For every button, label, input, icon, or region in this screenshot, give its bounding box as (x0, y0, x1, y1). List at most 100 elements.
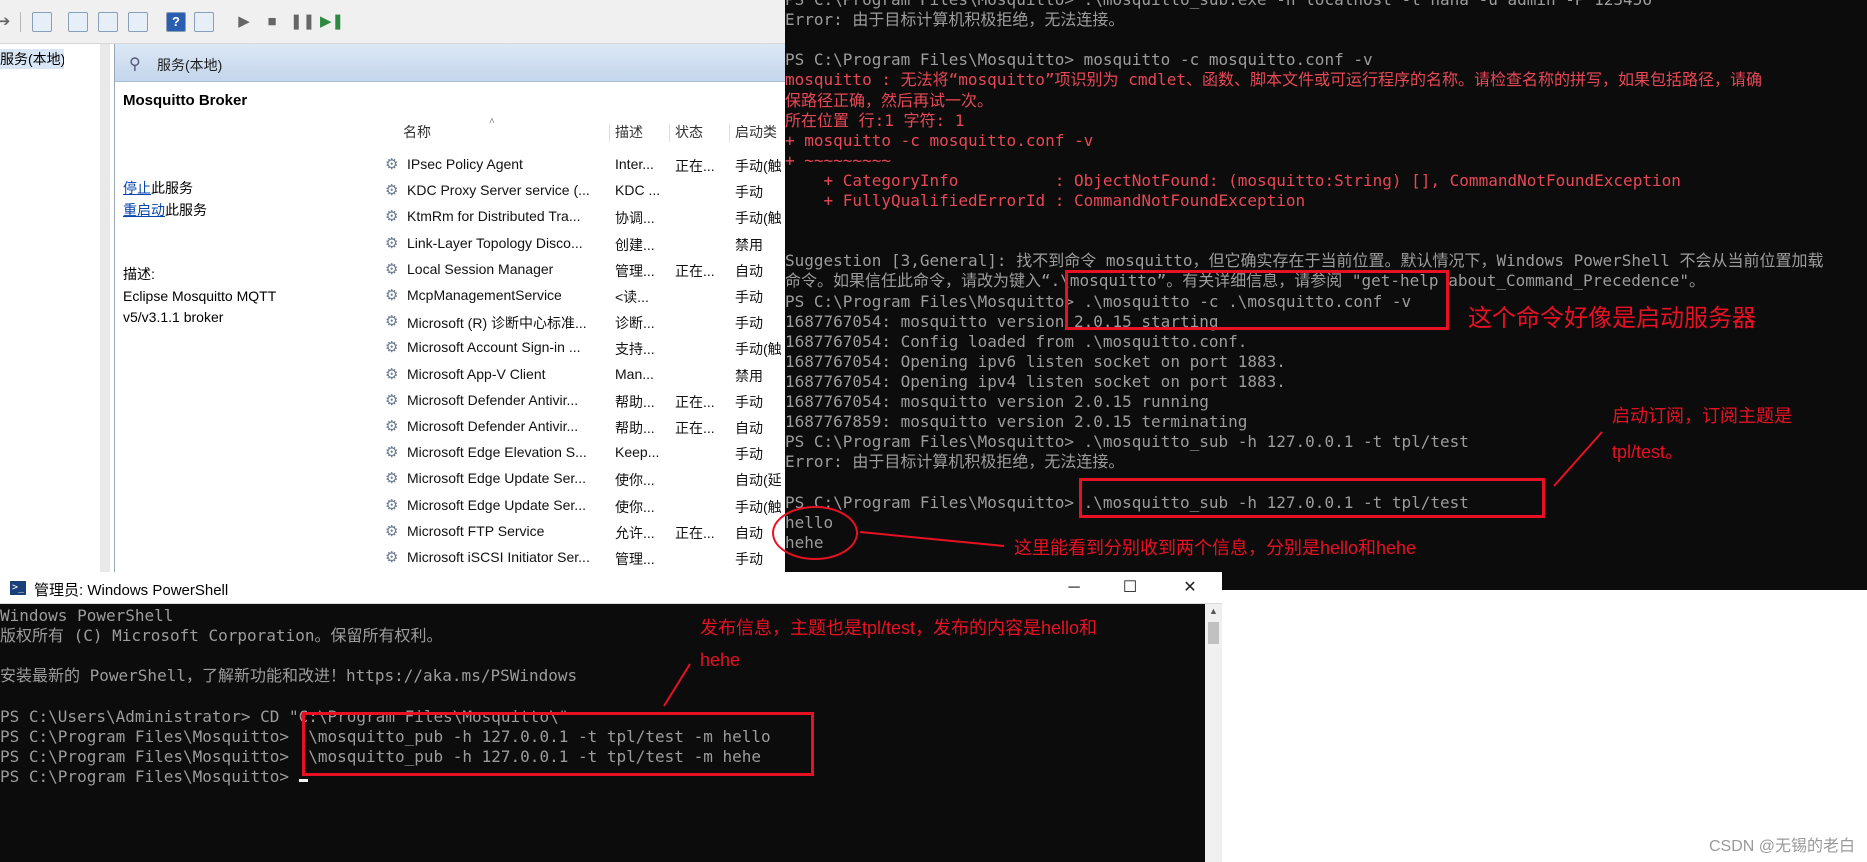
tree-item-services-local[interactable]: 服务(本地) (0, 49, 64, 69)
table-row[interactable]: ⚙ Microsoft App-V Client Man... 禁用 (377, 362, 790, 388)
powershell-icon: >_ (10, 581, 26, 595)
service-desc-cell: 使你... (615, 498, 655, 515)
service-startup-cell: 自动 (735, 262, 763, 279)
gear-icon: ⚙ (385, 419, 399, 435)
service-name-cell: Microsoft Edge Update Ser... (407, 470, 586, 487)
service-startup-cell: 手动(触 (735, 341, 782, 358)
service-status-cell: 正在... (675, 524, 715, 541)
console-view-icon[interactable] (194, 12, 214, 32)
show-tree-icon[interactable] (32, 12, 52, 32)
gear-icon: ⚙ (385, 157, 399, 173)
service-name-cell: Local Session Manager (407, 260, 554, 277)
service-desc-cell: 协调... (615, 210, 655, 227)
column-name[interactable]: 名称 (403, 122, 431, 142)
scroll-up-icon[interactable]: ▲ (1205, 606, 1222, 620)
service-startup-cell: 手动(触 (735, 210, 782, 227)
table-row[interactable]: ⚙ Microsoft Edge Update Ser... 使你... 手动(触 (377, 493, 790, 519)
vertical-scrollbar[interactable]: ▲ (1205, 604, 1222, 862)
annotation-subscribe-line2: tpl/test。 (1612, 442, 1684, 462)
stop-service-link[interactable]: 停止 (123, 180, 151, 196)
console-line: mosquitto : 无法将“mosquitto”项识别为 cmdlet、函数… (785, 70, 1762, 90)
service-desc-cell: <读... (615, 289, 649, 305)
service-startup-cell: 手动 (735, 393, 763, 410)
console-line: 1687767054: Opening ipv6 listen socket o… (785, 351, 1286, 371)
refresh-icon[interactable] (98, 12, 118, 32)
column-separator[interactable] (669, 124, 670, 142)
service-desc-cell: KDC ... (615, 182, 661, 199)
gear-icon: ⚙ (385, 497, 399, 514)
service-name-cell: Microsoft FTP Service (407, 522, 545, 539)
service-name-cell: Microsoft Edge Elevation S... (407, 444, 587, 461)
service-desc-cell: 管理... (615, 551, 655, 567)
tree-scrollbar[interactable] (100, 44, 110, 575)
table-row[interactable]: ⚙ Microsoft Defender Antivir... 帮助... 正在...… (377, 388, 790, 414)
console-line: + CategoryInfo : ObjectNotFound: (mosqui… (785, 170, 1681, 190)
table-row[interactable]: ⚙ Link-Layer Topology Disco... 创建... 禁用 (377, 231, 790, 257)
console-line: 1687767054: Opening ipv4 listen socket o… (785, 371, 1286, 391)
column-separator[interactable] (729, 124, 730, 142)
restart-service-line: 重启动此服务 (123, 200, 207, 220)
scrollbar-thumb[interactable] (1208, 622, 1219, 644)
gear-icon: ⚙ (385, 261, 399, 278)
service-desc-cell: 帮助... (615, 420, 655, 436)
window-title-bar[interactable]: >_ 管理员: Windows PowerShell ─ ☐ ✕ (0, 572, 1222, 604)
table-row[interactable]: ⚙ IPsec Policy Agent Inter... 正在... 手动(触 (377, 152, 790, 178)
service-startup-cell: 手动(触 (735, 158, 782, 174)
column-startup-type[interactable]: 启动类 (735, 122, 777, 142)
restart-service-icon[interactable]: ▶❚ (320, 12, 344, 32)
pause-service-icon[interactable]: ❚❚ (290, 12, 315, 32)
console-line: 1687767859: mosquitto version 2.0.15 ter… (785, 412, 1248, 432)
table-row[interactable]: ⚙ Microsoft FTP Service 允许... 正在... 自动 (377, 519, 790, 545)
gear-icon: ⚙ (385, 392, 399, 409)
column-separator[interactable] (609, 124, 610, 142)
service-status-cell: 正在... (675, 262, 715, 279)
table-row[interactable]: ⚙ Microsoft Defender Antivir... 帮助... 正在...… (377, 414, 790, 440)
gear-icon: ⚙ (385, 235, 399, 252)
start-service-icon[interactable]: ▶ (234, 12, 254, 32)
service-startup-cell: 手动(触 (735, 498, 782, 515)
minimize-button[interactable]: ─ (1046, 572, 1102, 604)
service-name-cell: Microsoft iSCSI Initiator Ser... (407, 549, 590, 565)
service-desc-cell: Man... (615, 365, 654, 382)
restart-service-link[interactable]: 重启动 (123, 202, 165, 218)
properties-icon[interactable] (68, 12, 88, 32)
help-icon[interactable]: ? (166, 12, 186, 32)
table-row[interactable]: ⚙ Microsoft (R) 诊断中心标准... 诊断... 手动 (377, 309, 790, 335)
service-desc-cell: 管理... (615, 262, 655, 279)
service-desc-cell: 使你... (615, 472, 655, 489)
table-row[interactable]: ⚙ KDC Proxy Server service (... KDC ... 手动 (377, 178, 790, 204)
service-startup-cell: 手动 (735, 315, 763, 332)
service-desc-cell: 创建... (615, 236, 655, 253)
console-line: + mosquitto -c mosquitto.conf -v (785, 130, 1094, 150)
table-row[interactable]: ⚙ Microsoft Account Sign-in ... 支持... 手动(触 (377, 335, 790, 361)
table-row[interactable]: ⚙ Local Session Manager 管理... 正在... 自动 (377, 257, 790, 283)
service-name-cell: KtmRm for Distributed Tra... (407, 208, 581, 225)
annotation-publish-line2: hehe (700, 650, 741, 670)
table-row[interactable]: ⚙ KtmRm for Distributed Tra... 协调... 手动(触 (377, 204, 790, 230)
table-row[interactable]: ⚙ Microsoft Edge Elevation S... Keep... 手动 (377, 440, 790, 466)
column-status[interactable]: 状态 (675, 122, 703, 142)
maximize-button[interactable]: ☐ (1102, 572, 1158, 604)
services-main-panel: ⚲ 服务(本地) Mosquitto Broker 停止此服务 重启动此服务 描… (114, 44, 790, 575)
table-row[interactable]: ⚙ McpManagementService <读... 手动 (377, 283, 790, 309)
close-button[interactable]: ✕ (1162, 572, 1218, 604)
gear-icon: ⚙ (385, 471, 399, 488)
powershell-server-console[interactable]: PS C:\Program Files\Mosquitto> .\mosquit… (785, 0, 1867, 590)
table-row[interactable]: ⚙ Microsoft Edge Update Ser... 使你... 自动(延 (377, 466, 790, 492)
service-startup-cell: 手动 (735, 551, 763, 567)
service-name-cell: Microsoft Defender Antivir... (407, 418, 579, 434)
back-arrow-icon[interactable]: ➔ (0, 12, 14, 32)
column-desc[interactable]: 描述 (615, 122, 643, 142)
gear-icon: ⚙ (385, 550, 399, 566)
stop-service-icon[interactable]: ■ (262, 12, 282, 32)
annotation-start-server: 这个命令好像是启动服务器 (1468, 305, 1756, 332)
table-row[interactable]: ⚙ Microsoft iSCSI Initiator Ser... 管理... 手动 (377, 545, 790, 571)
service-name-cell: Microsoft Account Sign-in ... (407, 339, 581, 356)
service-startup-cell: 禁用 (735, 367, 763, 384)
console-line: 安装最新的 PowerShell，了解新功能和改进！https://aka.ms… (0, 666, 578, 686)
service-startup-cell: 手动 (735, 446, 763, 463)
services-header: ⚲ 服务(本地) (115, 44, 790, 82)
export-list-icon[interactable] (128, 12, 148, 32)
gear-icon: ⚙ (385, 314, 399, 331)
service-startup-cell: 禁用 (735, 236, 763, 253)
